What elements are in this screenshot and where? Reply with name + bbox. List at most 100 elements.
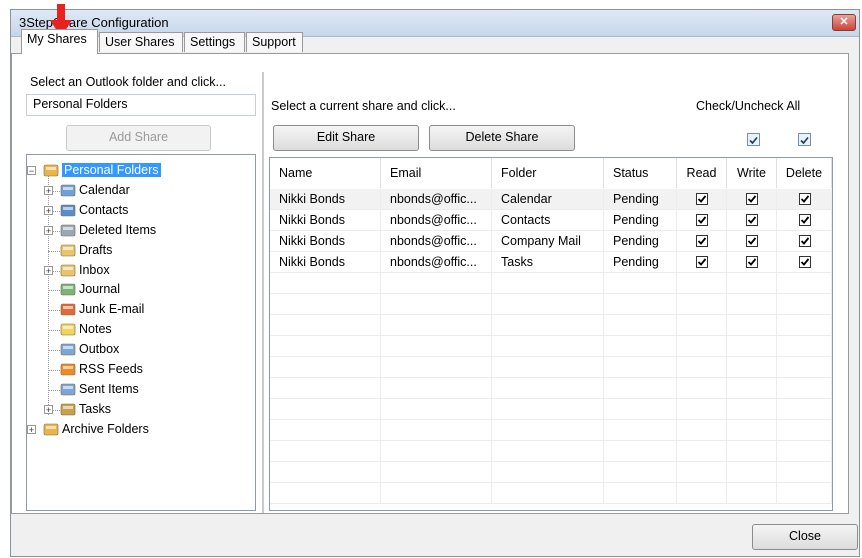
tree-branch-line [48,389,60,391]
calendar-icon [60,184,76,197]
panel-divider [262,72,264,513]
empty-row [270,336,832,357]
cell-read [677,357,727,378]
write-permission-checkbox[interactable] [746,193,758,205]
cell-status [604,399,677,420]
tree-node-rss-feeds[interactable]: RSS Feeds [27,361,255,379]
tree-node-personal-folders[interactable]: − Personal Folders [27,162,255,180]
read-permission-checkbox[interactable] [696,193,708,205]
column-header-name[interactable]: Name [270,158,381,188]
tree-node-journal[interactable]: Journal [27,281,255,299]
table-row[interactable]: Nikki Bonds nbonds@offic... Calendar Pendin… [270,189,832,210]
tree-node-calendar[interactable]: + Calendar [27,182,255,200]
cell-name [270,462,381,483]
tasks-icon [60,403,76,416]
column-header-email[interactable]: Email [381,158,492,188]
delete-permission-checkbox[interactable] [799,235,811,247]
cell-email [381,357,492,378]
delete-share-button[interactable]: Delete Share [429,125,575,151]
shares-grid[interactable]: Name Email Folder Status Read Write Delete Nikk… [269,157,833,511]
share-prompt: Select a current share and click... [271,99,456,113]
cell-status [604,357,677,378]
deleted-items-icon [60,224,76,236]
cell-write [727,315,777,336]
column-header-read[interactable]: Read [677,158,727,188]
cell-delete [777,231,832,252]
cell-read [677,399,727,420]
tree-node-deleted-items[interactable]: + Deleted Items [27,222,255,240]
tab-user-shares[interactable]: User Shares [99,32,183,52]
tree-node-contacts[interactable]: + Contacts [27,202,255,220]
cell-delete [777,294,832,315]
cell-delete [777,252,832,273]
read-permission-checkbox[interactable] [696,235,708,247]
empty-row [270,273,832,294]
cell-name: Nikki Bonds [270,189,381,210]
selected-folder-field[interactable]: Personal Folders [26,94,256,116]
cell-write [727,441,777,462]
tree-node-notes[interactable]: Notes [27,321,255,339]
cell-write [727,462,777,483]
table-row[interactable]: Nikki Bonds nbonds@offic... Tasks Pending [270,252,832,273]
delete-permission-checkbox[interactable] [799,193,811,205]
expand-icon[interactable]: + [44,404,53,414]
cell-read [677,273,727,294]
read-permission-checkbox[interactable] [696,214,708,226]
edit-share-button[interactable]: Edit Share [273,125,419,151]
check-all-write-checkbox[interactable] [747,133,760,146]
empty-row [270,357,832,378]
tree-node-drafts[interactable]: Drafts [27,242,255,260]
window-close-button[interactable]: ✕ [832,14,856,31]
expand-icon[interactable]: + [44,185,53,195]
collapse-icon[interactable]: − [27,166,36,176]
cell-folder [492,483,604,504]
check-all-delete-checkbox[interactable] [798,133,811,146]
cell-email [381,378,492,399]
tree-node-archive-folders[interactable]: + Archive Folders [27,421,255,439]
archive-folders-icon [43,423,59,435]
folder-tree[interactable]: − Personal Folders + Calendar + Contacts + Dele… [26,154,256,511]
column-header-delete[interactable]: Delete [777,158,832,188]
delete-permission-checkbox[interactable] [799,256,811,268]
expand-icon[interactable]: + [44,265,53,275]
column-header-write[interactable]: Write [727,158,777,188]
cell-email [381,462,492,483]
close-button[interactable]: Close [752,524,858,550]
write-permission-checkbox[interactable] [746,256,758,268]
tree-node-tasks[interactable]: + Tasks [27,401,255,419]
cell-email: nbonds@offic... [381,189,492,210]
expand-icon[interactable]: + [44,225,53,235]
cell-read [677,294,727,315]
tree-node-label: Personal Folders [62,163,161,177]
tab-my-shares[interactable]: My Shares [21,29,98,54]
cell-delete [777,210,832,231]
tree-node-label: Archive Folders [62,421,149,436]
cell-status [604,294,677,315]
tree-node-junk-e-mail[interactable]: Junk E-mail [27,301,255,319]
column-header-folder[interactable]: Folder [492,158,604,188]
delete-permission-checkbox[interactable] [799,214,811,226]
expand-icon[interactable]: + [27,424,36,434]
add-share-button[interactable]: Add Share [66,125,211,151]
expand-icon[interactable]: + [44,205,53,215]
write-permission-checkbox[interactable] [746,235,758,247]
cell-folder [492,336,604,357]
tab-support[interactable]: Support [246,32,303,52]
tree-node-sent-items[interactable]: Sent Items [27,381,255,399]
cell-status [604,483,677,504]
tab-settings[interactable]: Settings [184,32,245,52]
folder-prompt: Select an Outlook folder and click... [30,75,226,89]
cell-name [270,483,381,504]
cell-read [677,315,727,336]
cell-delete [777,189,832,210]
tree-node-outbox[interactable]: Outbox [27,341,255,359]
read-permission-checkbox[interactable] [696,256,708,268]
table-row[interactable]: Nikki Bonds nbonds@offic... Contacts Pendin… [270,210,832,231]
table-row[interactable]: Nikki Bonds nbonds@offic... Company Mail Pe… [270,231,832,252]
tree-branch-line [48,310,60,312]
contacts-icon [60,204,76,217]
tree-node-inbox[interactable]: + Inbox [27,262,255,280]
empty-row [270,420,832,441]
column-header-status[interactable]: Status [604,158,677,188]
write-permission-checkbox[interactable] [746,214,758,226]
